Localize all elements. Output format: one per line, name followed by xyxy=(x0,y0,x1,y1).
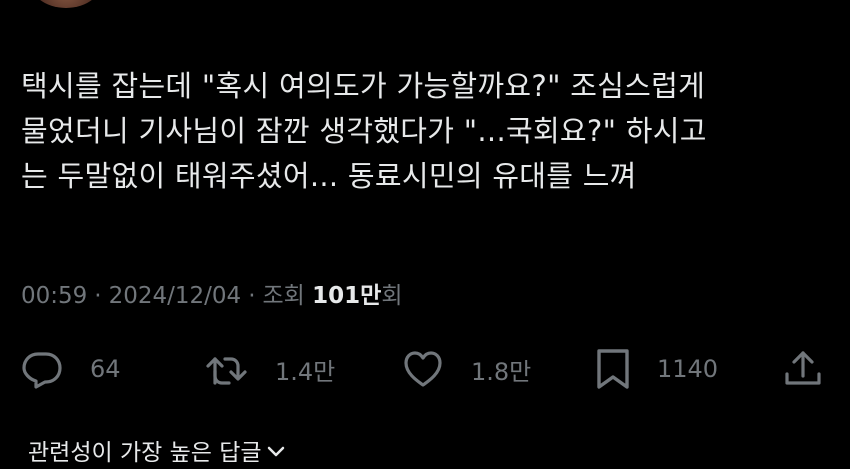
replies-sort-label: 관련성이 가장 높은 답글 xyxy=(28,440,262,466)
meta-separator: · xyxy=(94,283,102,309)
tweet-text-line: 택시를 잡는데 "혹시 여의도가 가능할까요?" 조심스럽게 xyxy=(21,69,706,103)
avatar[interactable] xyxy=(28,0,104,8)
views-count: 101만 xyxy=(312,283,382,309)
reply-icon xyxy=(20,347,64,391)
replies-sort-dropdown[interactable]: 관련성이 가장 높은 답글 xyxy=(28,437,286,469)
tweet-meta: 00:59 · 2024/12/04 · 조회 101만회 xyxy=(21,280,402,312)
tweet-text: 택시를 잡는데 "혹시 여의도가 가능할까요?" 조심스럽게 물었더니 기사님이… xyxy=(21,64,836,199)
action-bar: 64 1.4만 1.8만 1140 xyxy=(0,345,850,393)
chevron-down-icon xyxy=(266,437,286,469)
views-label: 조회 xyxy=(262,283,305,309)
tweet-date[interactable]: 2024/12/04 xyxy=(109,283,242,309)
heart-icon xyxy=(401,347,445,391)
reply-count: 64 xyxy=(90,355,121,383)
tweet-time[interactable]: 00:59 xyxy=(21,283,87,309)
retweet-icon xyxy=(205,347,249,391)
bookmark-count: 1140 xyxy=(657,355,719,383)
tweet-text-line: 는 두말없이 태워주셨어... 동료시민의 유대를 느껴 xyxy=(21,159,637,193)
bookmark-button[interactable]: 1140 xyxy=(595,345,718,393)
share-button[interactable] xyxy=(781,345,825,393)
tweet-text-line: 물었더니 기사님이 잠깐 생각했다가 "...국회요?" 하시고 xyxy=(21,114,707,148)
bookmark-icon xyxy=(595,347,631,391)
meta-separator: · xyxy=(248,283,256,309)
like-count: 1.8만 xyxy=(471,357,532,386)
views-suffix: 회 xyxy=(381,283,403,309)
reply-button[interactable]: 64 xyxy=(20,345,121,393)
retweet-count: 1.4만 xyxy=(275,357,336,386)
retweet-button[interactable]: 1.4만 xyxy=(205,345,335,393)
share-icon xyxy=(781,347,825,391)
like-button[interactable]: 1.8만 xyxy=(401,345,531,393)
